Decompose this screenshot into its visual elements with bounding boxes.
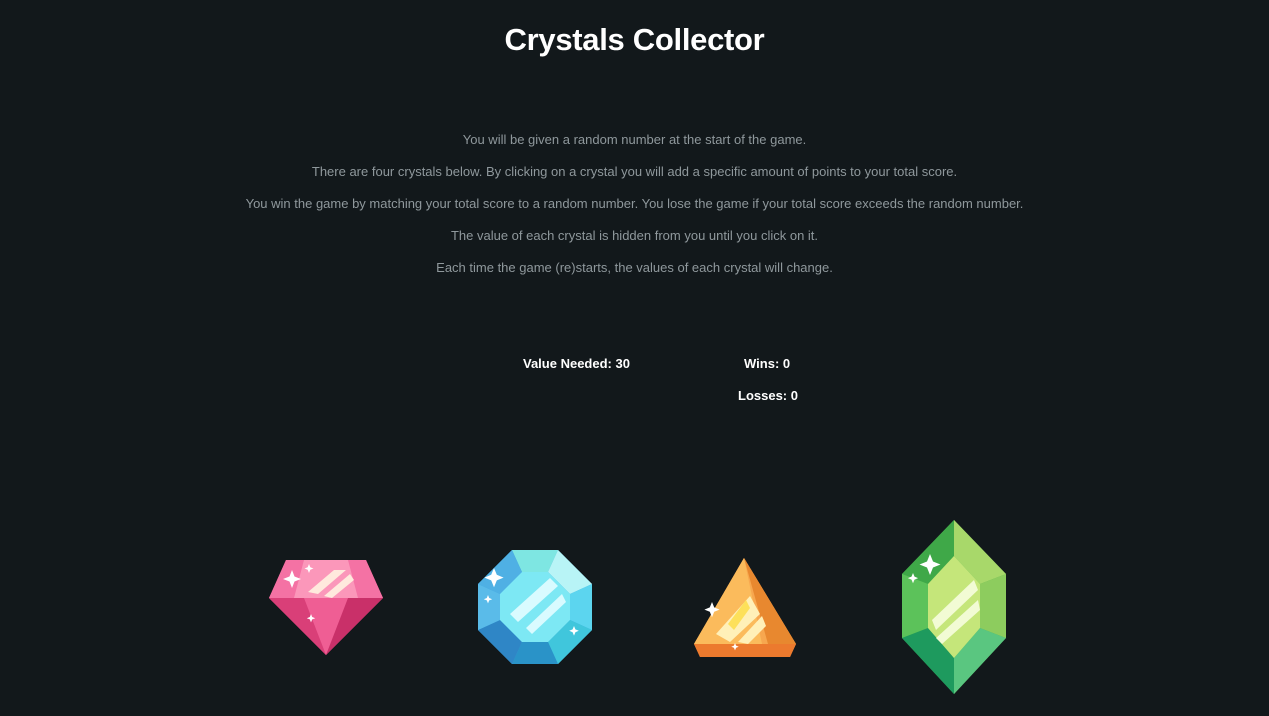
green-hexagon-crystal-icon (902, 520, 1006, 694)
pink-crystal-button[interactable] (268, 558, 384, 656)
blue-crystal-button[interactable] (476, 548, 594, 666)
instruction-line: You win the game by matching your total … (245, 196, 1024, 211)
instruction-line: Each time the game (re)starts, the value… (436, 260, 833, 275)
losses-number: 0 (790, 388, 798, 403)
wins-counter: Wins: 0 (744, 356, 790, 371)
losses-label: Losses: (738, 388, 788, 403)
value-needed: Value Needed: 30 (523, 356, 630, 371)
losses-counter: Losses: 0 (738, 388, 798, 403)
instruction-line: There are four crystals below. By clicki… (311, 164, 958, 179)
page-title: Crystals Collector (504, 22, 765, 57)
blue-octagon-crystal-icon (478, 550, 592, 664)
pink-diamond-crystal-icon (269, 560, 383, 655)
orange-crystal-button[interactable] (692, 556, 798, 658)
wins-number: 0 (782, 356, 791, 371)
instruction-line: The value of each crystal is hidden from… (450, 228, 819, 243)
instructions: You will be given a random number at the… (0, 132, 1269, 292)
green-crystal-button[interactable] (900, 518, 1008, 696)
instruction-line: You will be given a random number at the… (462, 132, 807, 147)
wins-label: Wins: (744, 356, 780, 371)
value-needed-number: 30 (615, 356, 630, 371)
orange-triangle-crystal-icon (694, 558, 796, 657)
value-needed-label: Value Needed: (523, 356, 612, 371)
